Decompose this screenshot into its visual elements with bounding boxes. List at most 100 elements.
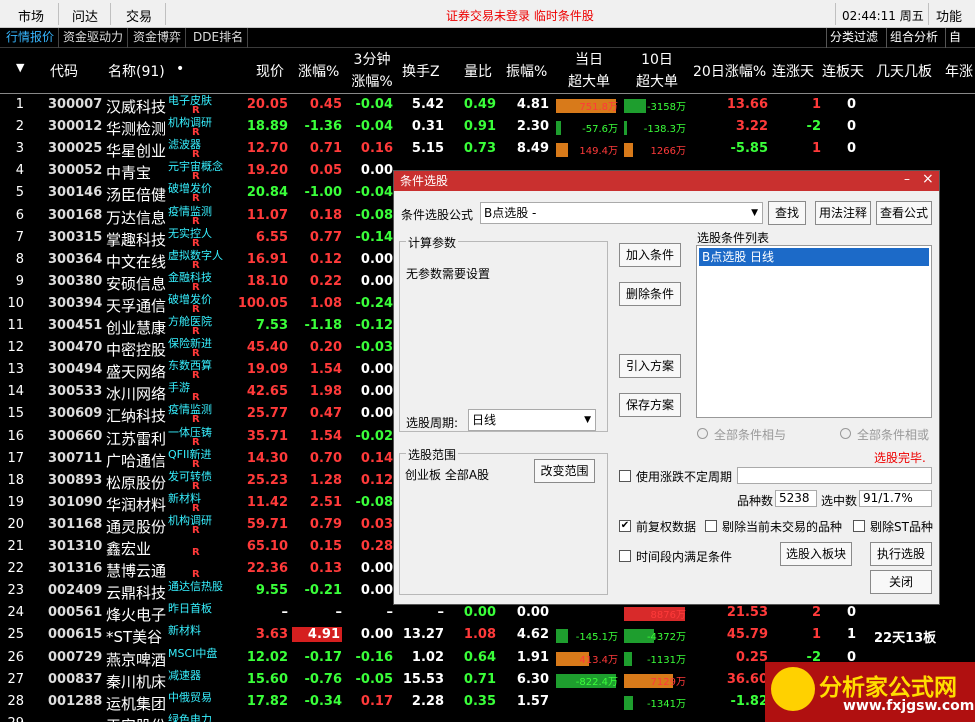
- big-order-today: 751.8万: [579, 102, 618, 113]
- change-pct: 1.08: [309, 295, 342, 311]
- tab-quotes[interactable]: 行情报价: [2, 28, 60, 48]
- add-to-board-button[interactable]: 选股入板块: [780, 542, 852, 566]
- change-scope-button[interactable]: 改变范围: [534, 459, 595, 483]
- stock-code: 300394: [48, 295, 103, 311]
- col-3min[interactable]: 3分钟 涨幅%: [346, 49, 398, 93]
- stock-code: 300364: [48, 251, 103, 267]
- tab-capital-drive[interactable]: 资金驱动力: [59, 28, 129, 48]
- condition-list[interactable]: B点选股 日线: [696, 245, 932, 418]
- menu-trade[interactable]: 交易: [126, 6, 152, 25]
- col-year-change[interactable]: 年涨: [945, 61, 973, 81]
- col-big-order-10d[interactable]: 10日 超大单: [624, 49, 690, 93]
- stock-code: 300007: [48, 97, 103, 112]
- row-number: 10: [7, 295, 24, 311]
- stock-name: 天孚通信: [106, 296, 167, 315]
- table-row[interactable]: 1 300007 汉威科技 电子皮肤 R 20.05 0.45 -0.04 5.42 0.49 4.…: [0, 94, 975, 117]
- table-row[interactable]: 25 000615 *ST美谷 新材料 3.63 4.91 0.00 13.27 1.08 4.6…: [0, 624, 975, 647]
- exclude-untraded-checkbox[interactable]: [705, 520, 717, 532]
- col-change[interactable]: 涨幅%: [298, 61, 339, 81]
- add-condition-button[interactable]: 加入条件: [619, 243, 681, 267]
- stock-name: 广哈通信: [106, 451, 167, 470]
- uncertain-period-checkbox[interactable]: [619, 470, 631, 482]
- dialog-title-bar[interactable]: 条件选股: [394, 171, 939, 191]
- tab-capital-game[interactable]: 资金博弈: [129, 28, 187, 48]
- consecutive-up: 1: [811, 627, 821, 643]
- run-screen-button[interactable]: 执行选股: [870, 542, 932, 566]
- restore-checkbox[interactable]: ✔: [619, 520, 631, 532]
- limit-up-days: 0: [846, 119, 856, 135]
- condition-list-item[interactable]: B点选股 日线: [699, 248, 929, 266]
- days-boards: 22天13板: [874, 631, 937, 647]
- col-big-order-today[interactable]: 当日 超大单: [556, 49, 622, 93]
- chevron-down-icon: ▼: [584, 415, 591, 425]
- change-3min: -0.03: [355, 340, 393, 356]
- close-icon[interactable]: ×: [922, 171, 934, 187]
- change-3min: 0.00: [360, 583, 393, 599]
- change-3min: 0.00: [360, 251, 393, 267]
- col-volume-ratio[interactable]: 量比: [464, 61, 492, 81]
- exclude-st-checkbox[interactable]: [853, 520, 865, 532]
- menu-wenda[interactable]: 问达: [72, 6, 98, 25]
- table-row[interactable]: 24 000561 烽火电子 昨日首板 – – – – 0.00 0.00 8876万 21.53 2 0: [0, 602, 975, 625]
- turnover: 2.28: [411, 693, 444, 709]
- no-params-text: 无参数需要设置: [406, 267, 491, 281]
- change-pct: 0.45: [309, 97, 342, 112]
- volume-ratio: 0.49: [463, 97, 496, 112]
- col-name[interactable]: 名称(91): [108, 61, 165, 81]
- menu-market[interactable]: 市场: [18, 6, 44, 25]
- price: 20.84: [246, 185, 288, 201]
- col-price[interactable]: 现价: [256, 61, 284, 81]
- close-button[interactable]: 关闭: [870, 570, 932, 594]
- view-formula-button[interactable]: 查看公式: [876, 201, 932, 225]
- row-number: 9: [15, 273, 24, 289]
- volume-ratio: 0.64: [463, 649, 496, 665]
- row-number: 27: [7, 671, 24, 687]
- concept-tag: 减速器: [168, 668, 201, 682]
- radio-or[interactable]: [840, 428, 851, 439]
- formula-select[interactable]: B点选股 - ▼: [480, 202, 763, 224]
- big-order-10d: -1341万: [646, 698, 686, 710]
- period-satisfy-label: 时间段内满足条件: [636, 550, 733, 564]
- login-notice[interactable]: 证券交易未登录 临时条件股: [446, 7, 594, 24]
- save-scheme-button[interactable]: 保存方案: [619, 393, 681, 417]
- concept-tag: 破增发价: [168, 292, 212, 306]
- col-days-boards[interactable]: 几天几板: [876, 61, 932, 81]
- change-pct: 0.20: [309, 340, 342, 356]
- col-consecutive-up[interactable]: 连涨天: [772, 61, 814, 81]
- tab-watchlist[interactable]: 自选: [945, 28, 975, 63]
- col-limit-up-days[interactable]: 连板天: [822, 61, 864, 81]
- tab-dde-rank[interactable]: DDE排名: [189, 28, 249, 48]
- minimize-icon[interactable]: –: [904, 172, 910, 186]
- menu-function[interactable]: 功能: [936, 6, 962, 25]
- change-3min: -0.02: [355, 428, 393, 444]
- amplitude: 4.81: [516, 97, 549, 112]
- uncertain-period-input[interactable]: [737, 467, 932, 484]
- delete-condition-button[interactable]: 删除条件: [619, 282, 681, 306]
- change-3min: -0.24: [355, 295, 393, 311]
- stock-name: 掌趣科技: [106, 230, 167, 249]
- stock-code: 000615: [48, 627, 103, 643]
- import-scheme-button[interactable]: 引入方案: [619, 354, 681, 378]
- find-button[interactable]: 查找: [768, 201, 806, 225]
- limit-up-days: 0: [846, 605, 856, 621]
- period-satisfy-checkbox[interactable]: [619, 550, 631, 562]
- row-number: 21: [7, 539, 24, 554]
- period-select[interactable]: 日线 ▼: [468, 409, 596, 431]
- restore-label: 前复权数据: [636, 520, 697, 534]
- turnover: 0.31: [411, 119, 444, 135]
- usage-notes-button[interactable]: 用法注释: [815, 201, 871, 225]
- tab-portfolio-analysis[interactable]: 组合分析: [886, 28, 941, 48]
- sort-arrow-icon[interactable]: ▼: [16, 61, 24, 74]
- limit-up-days: 1: [846, 627, 856, 643]
- change-pct: 1.98: [309, 384, 342, 400]
- radio-and[interactable]: [697, 428, 708, 439]
- col-turnover[interactable]: 换手Z: [402, 61, 440, 81]
- change-pct: 0.47: [309, 406, 342, 422]
- col-20d-change[interactable]: 20日涨幅%: [693, 61, 766, 81]
- table-row[interactable]: 3 300025 华星创业 滤波器 R 12.70 0.71 0.16 5.15 0.73 8.49…: [0, 138, 975, 161]
- col-amplitude[interactable]: 振幅%: [506, 61, 547, 81]
- table-row[interactable]: 2 300012 华测检测 机构调研 R 18.89 -1.36 -0.04 0.31 0.91 2…: [0, 116, 975, 139]
- tab-bar: 行情报价 资金驱动力 资金博弈 DDE排名 分类过滤 组合分析 自选: [0, 28, 975, 63]
- col-code[interactable]: 代码: [50, 61, 78, 81]
- tab-category-filter[interactable]: 分类过滤: [826, 28, 881, 48]
